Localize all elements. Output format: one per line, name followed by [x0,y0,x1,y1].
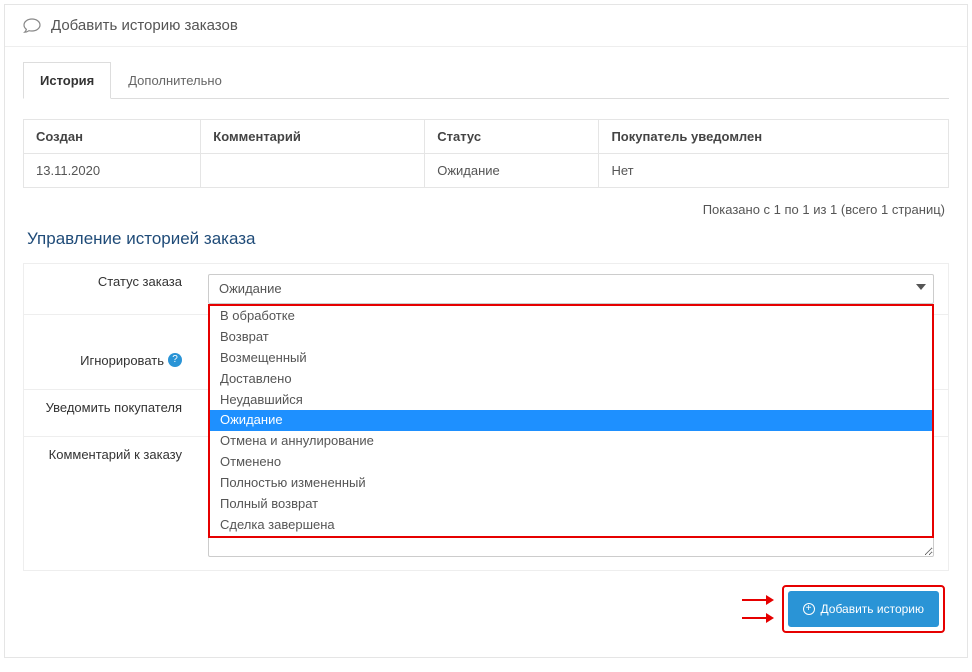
panel-header: Добавить историю заказов [5,5,967,47]
pagination-text: Показано с 1 по 1 из 1 (всего 1 страниц) [23,188,949,225]
table-header-row: Создан Комментарий Статус Покупатель уве… [24,120,949,154]
help-icon[interactable]: ? [168,353,182,367]
table-row: 13.11.2020 Ожидание Нет [24,154,949,188]
tab-history[interactable]: История [23,62,111,99]
add-history-button[interactable]: + Добавить историю [788,591,939,627]
status-option[interactable]: Сделка завершена [210,515,932,536]
cell-status: Ожидание [425,154,599,188]
order-history-form: Статус заказа Ожидание В обработкеВозвра… [23,263,949,571]
status-cell: Ожидание В обработкеВозвратВозмещенныйДо… [194,264,948,314]
cell-created: 13.11.2020 [24,154,201,188]
history-table: Создан Комментарий Статус Покупатель уве… [23,119,949,188]
arrow-icon [742,599,772,601]
label-ignore: Игнорировать ? [24,343,194,389]
arrow-icon [742,617,772,619]
col-created: Создан [24,120,201,154]
panel-title: Добавить историю заказов [51,17,238,34]
cell-notified: Нет [599,154,949,188]
label-comment: Комментарий к заказу [24,437,194,570]
col-comment: Комментарий [201,120,425,154]
status-dropdown: В обработкеВозвратВозмещенныйДоставленоН… [208,304,934,538]
plus-circle-icon: + [803,603,815,615]
col-status: Статус [425,120,599,154]
status-select[interactable]: Ожидание [208,274,934,304]
status-option[interactable]: Неудавшийся [210,390,932,411]
status-option[interactable]: Отмена и аннулирование [210,431,932,452]
section-title: Управление историей заказа [23,225,949,263]
status-option[interactable]: В обработке [210,306,932,327]
status-option[interactable]: Полный возврат [210,494,932,515]
status-option[interactable]: Полностью измененный [210,473,932,494]
col-notified: Покупатель уведомлен [599,120,949,154]
comment-icon [23,18,41,34]
annotation-highlight: + Добавить историю [782,585,945,633]
tabs: История Дополнительно [23,61,949,99]
status-option[interactable]: Возмещенный [210,348,932,369]
add-history-label: Добавить историю [821,602,924,616]
tab-additional[interactable]: Дополнительно [111,62,239,99]
status-option[interactable]: Отменено [210,452,932,473]
actions-bar: + Добавить историю [23,571,949,637]
cell-comment [201,154,425,188]
row-status: Статус заказа Ожидание В обработкеВозвра… [23,263,949,315]
order-history-panel: Добавить историю заказов История Дополни… [4,4,968,658]
status-option[interactable]: Возврат [210,327,932,348]
label-notify: Уведомить покупателя [24,390,194,436]
status-option[interactable]: Доставлено [210,369,932,390]
panel-body: История Дополнительно Создан Комментарий… [5,47,967,657]
annotation-arrows [742,599,772,619]
label-status: Статус заказа [24,264,194,314]
status-option[interactable]: Ожидание [210,410,932,431]
